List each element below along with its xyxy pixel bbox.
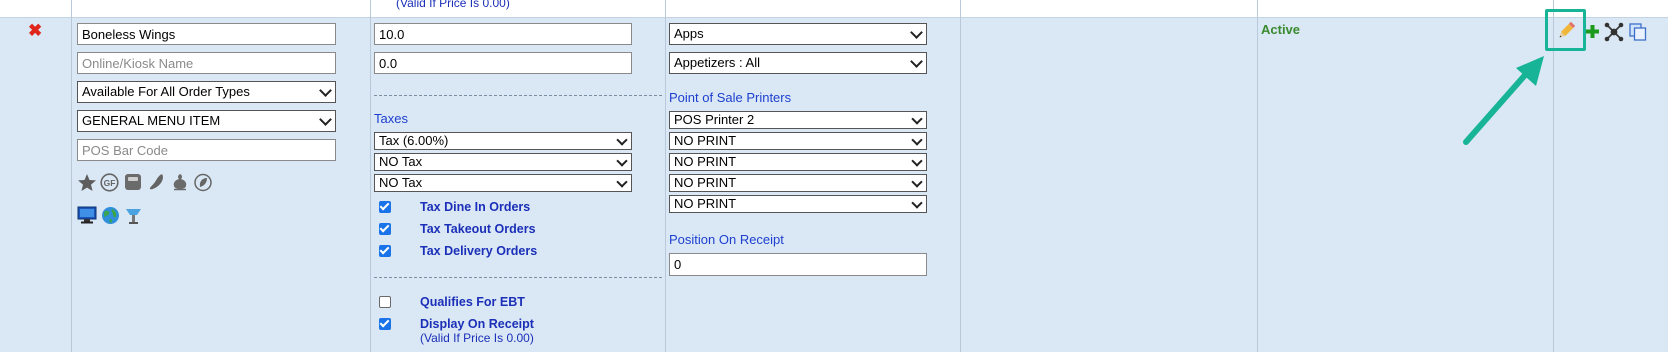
tax-dine-in-checkbox[interactable]	[379, 201, 391, 213]
globe-icon[interactable]	[101, 206, 120, 225]
column-divider	[1553, 0, 1554, 352]
section-divider	[374, 277, 662, 278]
ebt-label: Qualifies For EBT	[420, 295, 525, 309]
category-select[interactable]: Apps	[669, 23, 927, 45]
printer-select-1[interactable]: POS Printer 2	[669, 111, 927, 129]
annotation-arrow	[1463, 56, 1544, 145]
chevron-down-icon	[911, 197, 923, 209]
display-on-receipt-note: (Valid If Price Is 0.00)	[420, 331, 534, 345]
printer-select-3-value: NO PRINT	[674, 154, 737, 169]
item-type-select[interactable]: GENERAL MENU ITEM	[77, 110, 336, 132]
display-on-receipt-checkbox[interactable]	[379, 318, 391, 330]
tax-delivery-label: Tax Delivery Orders	[420, 244, 538, 258]
printer-select-1-value: POS Printer 2	[674, 112, 755, 127]
status-badge: Active	[1261, 22, 1301, 37]
tax-dine-in-label: Tax Dine In Orders	[420, 200, 531, 214]
taxes-heading: Taxes	[374, 111, 408, 126]
column-divider	[665, 0, 666, 352]
printer-select-2-value: NO PRINT	[674, 133, 737, 148]
printer-select-3[interactable]: NO PRINT	[669, 153, 927, 171]
column-divider	[71, 0, 72, 352]
chevron-down-icon	[910, 55, 923, 68]
subcategory-select[interactable]: Appetizers : All	[669, 52, 927, 74]
position-on-receipt-heading: Position On Receipt	[669, 232, 784, 247]
printer-select-5-value: NO PRINT	[674, 196, 737, 211]
copy-icon[interactable]	[1628, 22, 1648, 42]
order-types-select[interactable]: Available For All Order Types	[77, 81, 336, 103]
modifiers-icon[interactable]	[1604, 22, 1624, 42]
scale-icon[interactable]	[124, 173, 142, 191]
tax-takeout-checkbox[interactable]	[379, 223, 391, 235]
chevron-down-icon	[616, 155, 628, 167]
position-on-receipt-input[interactable]	[669, 253, 927, 276]
chevron-down-icon	[911, 134, 923, 146]
online-kiosk-name-input[interactable]	[77, 52, 336, 74]
previous-row-band	[0, 0, 1668, 18]
edit-icon[interactable]	[1556, 21, 1576, 41]
item-name-input[interactable]	[77, 23, 336, 45]
column-divider	[960, 0, 961, 352]
chevron-down-icon	[616, 134, 628, 146]
ginger-icon[interactable]	[171, 172, 189, 192]
item-type-value: GENERAL MENU ITEM	[82, 113, 221, 128]
ebt-checkbox[interactable]	[379, 296, 391, 308]
display-on-receipt-label: Display On Receipt	[420, 317, 534, 331]
printer-select-2[interactable]: NO PRINT	[669, 132, 927, 150]
tax-select-2-value: NO Tax	[379, 154, 423, 169]
chevron-down-icon	[911, 113, 923, 125]
pos-bar-code-input[interactable]	[77, 139, 336, 161]
column-divider	[370, 0, 371, 352]
previous-row-note: (Valid If Price Is 0.00)	[396, 0, 510, 10]
tax-delivery-checkbox[interactable]	[379, 245, 391, 257]
monitor-icon[interactable]	[77, 206, 97, 224]
chevron-down-icon	[319, 113, 332, 126]
add-icon[interactable]	[1586, 25, 1599, 38]
price-input[interactable]	[374, 23, 632, 45]
column-divider	[1257, 0, 1258, 352]
printer-select-4-value: NO PRINT	[674, 175, 737, 190]
svg-text:GF: GF	[104, 178, 116, 188]
gluten-free-icon[interactable]: GF	[100, 173, 119, 192]
tax-select-3-value: NO Tax	[379, 175, 423, 190]
tax-select-3[interactable]: NO Tax	[374, 174, 632, 192]
second-price-input[interactable]	[374, 52, 632, 74]
section-divider	[374, 95, 662, 96]
kiosk-icon[interactable]	[124, 206, 143, 225]
chevron-down-icon	[616, 176, 628, 188]
chevron-down-icon	[319, 84, 332, 97]
chevron-down-icon	[911, 155, 923, 167]
chili-icon[interactable]	[148, 172, 166, 192]
leaf-icon[interactable]	[194, 173, 212, 192]
tax-select-2[interactable]: NO Tax	[374, 153, 632, 171]
tax-select-1[interactable]: Tax (6.00%)	[374, 132, 632, 150]
chevron-down-icon	[911, 176, 923, 188]
category-value: Apps	[674, 26, 704, 41]
printer-select-5[interactable]: NO PRINT	[669, 195, 927, 213]
chevron-down-icon	[910, 26, 923, 39]
order-types-value: Available For All Order Types	[82, 84, 250, 99]
printers-heading: Point of Sale Printers	[669, 90, 792, 105]
tax-takeout-label: Tax Takeout Orders	[420, 222, 536, 236]
printer-select-4[interactable]: NO PRINT	[669, 174, 927, 192]
delete-icon[interactable]: ✖	[28, 21, 42, 41]
tax-select-1-value: Tax (6.00%)	[379, 133, 449, 148]
star-icon[interactable]	[77, 173, 97, 192]
subcategory-value: Appetizers : All	[674, 55, 760, 70]
